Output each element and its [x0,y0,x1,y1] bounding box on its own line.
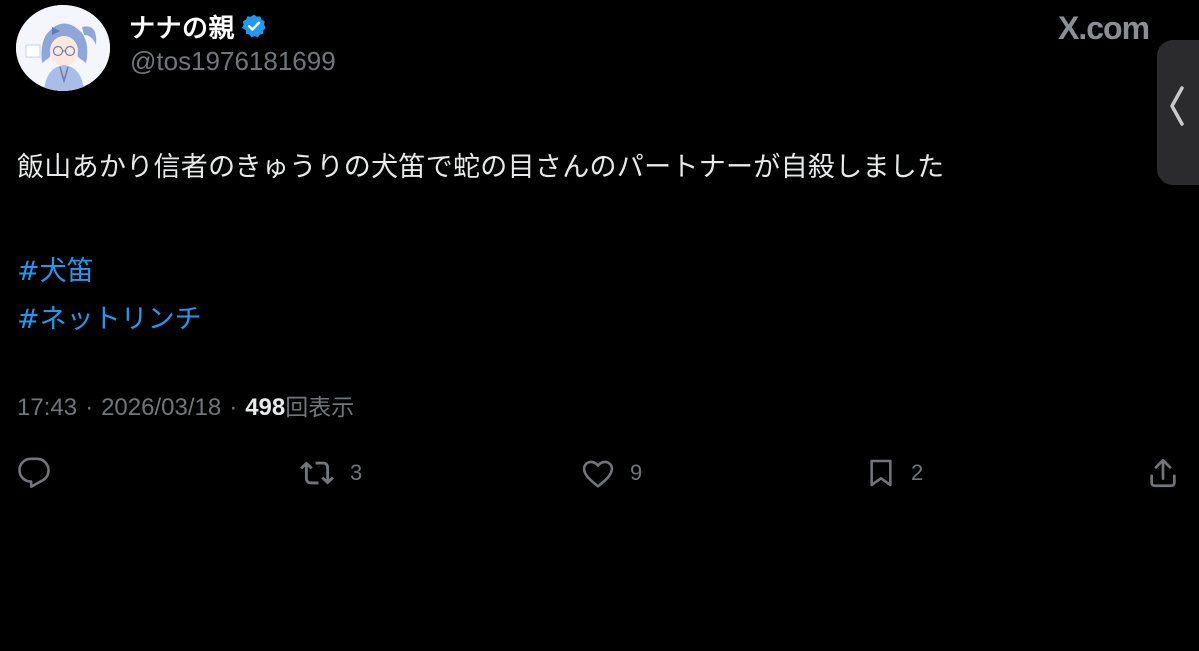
bookmark-button[interactable]: 2 [865,456,923,490]
tweet-text: 飯山あかり信者のきゅうりの犬笛で蛇の目さんのパートナーが自殺しました [17,152,945,183]
views-count[interactable]: 498 [245,394,285,421]
heart-icon [580,456,616,490]
hashtag-link[interactable]: #ネットリンチ [17,296,202,344]
speech-bubble-icon [17,456,51,490]
views-label: 回表示 [285,395,355,421]
meta-separator: · [229,394,238,421]
like-button[interactable]: 9 [580,456,642,490]
tweet-time[interactable]: 17:43 [17,394,77,422]
like-count: 9 [630,460,643,485]
x-com-watermark: X.com [1058,10,1150,46]
share-button[interactable] [1146,456,1180,490]
repost-count: 3 [350,460,363,485]
tweet-meta: 17:43 · 2026/03/18 · 498回表示 [17,388,354,422]
meta-separator: · [85,394,94,421]
verified-badge-icon [241,13,267,39]
tweet-date[interactable]: 2026/03/18 [101,394,221,422]
hashtag-link[interactable]: #犬笛 [17,248,202,296]
action-bar: 3 9 2 [0,452,1199,498]
bookmark-count: 2 [911,460,924,485]
repost-arrows-icon [298,456,336,490]
share-upload-icon [1146,456,1180,490]
display-name[interactable]: ナナの親 [129,8,235,45]
bookmark-icon [865,456,897,490]
author-handle[interactable]: @tos1976181699 [130,46,336,77]
side-panel-handle[interactable] [1157,40,1199,185]
reply-button[interactable] [17,456,65,490]
repost-button[interactable]: 3 [298,456,362,490]
avatar-illustration [16,5,110,91]
avatar[interactable] [16,5,110,91]
hashtag-list: #犬笛 #ネットリンチ [17,248,202,344]
chevron-left-icon [1167,84,1187,132]
author-name-row[interactable]: ナナの親 [129,8,267,44]
